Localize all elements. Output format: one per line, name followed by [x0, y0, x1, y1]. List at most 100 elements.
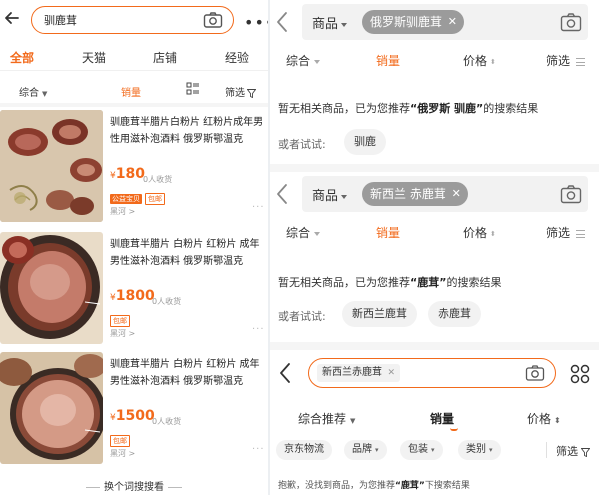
- filter-package[interactable]: 包装 ▾: [400, 440, 443, 460]
- filter-separator: [546, 442, 547, 458]
- sort-bar: 综合推荐 ▼ 销量 价格 ⬍: [270, 410, 599, 431]
- sort-comprehensive[interactable]: 综合推荐 ▼: [298, 410, 355, 427]
- shop-location[interactable]: 黑河 >: [110, 448, 135, 459]
- filter-button[interactable]: 筛选: [225, 84, 257, 99]
- section-gap: [270, 164, 599, 172]
- product-price: ¥1800: [110, 288, 155, 304]
- sort-comprehensive[interactable]: 综合: [286, 52, 321, 69]
- footer-line-left: [86, 486, 100, 488]
- chevron-down-icon: ▾: [375, 446, 379, 454]
- sold-count: 0人收货: [152, 417, 182, 426]
- search-input[interactable]: 商品 新西兰 赤鹿茸 ✕: [302, 176, 588, 212]
- search-type-select[interactable]: 商品: [312, 13, 348, 32]
- clear-icon[interactable]: ✕: [387, 364, 395, 382]
- right-panel: 商品 俄罗斯驯鹿茸 ✕ 综合 销量 价格 ⬍ 筛选 暂无相关商品，已为您推荐“俄罗斯…: [270, 0, 599, 495]
- charity-badge: 公益宝贝: [110, 194, 142, 204]
- badges: 包邮: [110, 308, 133, 327]
- filter-button[interactable]: 筛选: [546, 52, 586, 69]
- product-image-antler-slices[interactable]: [0, 110, 103, 222]
- section-gap: [270, 342, 599, 350]
- search-input[interactable]: 商品 俄罗斯驯鹿茸 ✕: [302, 4, 588, 40]
- shop-location[interactable]: 黑河 >: [110, 328, 135, 339]
- query-pill[interactable]: 新西兰赤鹿茸 ✕: [317, 364, 400, 382]
- tab-shops[interactable]: 店铺: [153, 49, 177, 66]
- list-item[interactable]: 驯鹿茸半腊片 白粉片 红粉片 成年男性滋补泡酒料 俄罗斯鄂温克 ¥1500 0人…: [0, 352, 268, 468]
- caret-down-icon: [341, 22, 348, 27]
- back-chevron-icon[interactable]: [278, 362, 292, 384]
- query-pill[interactable]: 俄罗斯驯鹿茸 ✕: [362, 10, 465, 34]
- filter-jd-logistics[interactable]: 京东物流: [276, 440, 332, 460]
- grid-view-icon[interactable]: [570, 364, 590, 384]
- camera-icon[interactable]: [203, 11, 223, 29]
- sort-price[interactable]: 价格 ⬍: [527, 410, 561, 427]
- sort-comprehensive[interactable]: 综合 ▼: [19, 84, 47, 99]
- badges: 包邮: [110, 428, 133, 447]
- filter-brand[interactable]: 品牌 ▾: [344, 440, 387, 460]
- list-item[interactable]: 驯鹿茸半腊片白粉片 红粉片成年男性用滋补泡酒料 俄罗斯鄂温克 ¥180 0人收货…: [0, 110, 268, 226]
- left-panel: 驯鹿茸 ••• 全部 天猫 店铺 经验 综合 ▼ 销量 筛选 驯鹿茸半腊片白粉片…: [0, 0, 274, 495]
- more-options-icon[interactable]: ···: [252, 202, 265, 213]
- product-title[interactable]: 驯鹿茸半腊片 白粉片 红粉片 成年男性滋补泡酒料 俄罗斯鄂温克: [110, 356, 266, 390]
- sort-sales[interactable]: 销量: [121, 84, 141, 99]
- free-shipping-badge: 包邮: [110, 435, 130, 447]
- sales-active-indicator: [450, 428, 458, 431]
- suggestion-chip[interactable]: 新西兰鹿茸: [342, 301, 417, 327]
- camera-icon[interactable]: [525, 364, 545, 382]
- back-chevron-icon[interactable]: [274, 182, 290, 206]
- sort-bar: 综合 ▼ 销量 筛选: [0, 82, 268, 102]
- tab-tmall[interactable]: 天猫: [82, 49, 106, 66]
- list-view-icon[interactable]: [186, 82, 200, 99]
- sort-price[interactable]: 价格 ⬍: [463, 52, 496, 69]
- suggestion-chip[interactable]: 赤鹿茸: [428, 301, 481, 327]
- search-query-text: 驯鹿茸: [44, 14, 77, 27]
- search-input[interactable]: 新西兰赤鹿茸 ✕: [308, 358, 556, 388]
- more-options-icon[interactable]: ···: [252, 444, 265, 455]
- product-title[interactable]: 驯鹿茸半腊片 白粉片 红粉片 成年男性滋补泡酒料 俄罗斯鄂温克: [110, 236, 266, 270]
- search-input[interactable]: 驯鹿茸: [31, 6, 234, 34]
- clear-icon[interactable]: ✕: [448, 10, 457, 34]
- camera-icon[interactable]: [560, 12, 582, 32]
- tab-experience[interactable]: 经验: [225, 49, 249, 66]
- sort-comprehensive[interactable]: 综合: [286, 224, 321, 241]
- sold-count: 0人收货: [143, 175, 173, 184]
- sort-price[interactable]: 价格 ⬍: [463, 224, 496, 241]
- sort-sales[interactable]: 销量: [376, 52, 400, 69]
- clear-icon[interactable]: ✕: [452, 182, 461, 206]
- suggestion-chip[interactable]: 驯鹿: [344, 129, 386, 155]
- sort-sales[interactable]: 销量: [430, 410, 454, 427]
- chevron-down-icon: ▾: [489, 446, 493, 454]
- funnel-icon: [580, 447, 591, 457]
- shop-location[interactable]: 黑河 >: [110, 206, 135, 217]
- back-arrow-icon[interactable]: [2, 8, 22, 28]
- change-keyword-hint: 换个词搜搜看: [0, 478, 268, 493]
- filter-button[interactable]: 筛选: [546, 224, 586, 241]
- tab-divider: [0, 70, 268, 71]
- more-options-icon[interactable]: ···: [252, 324, 265, 335]
- sort-bar: 综合 销量 价格 ⬍ 筛选: [270, 224, 599, 244]
- badges: 公益宝贝 包邮: [110, 186, 168, 205]
- try-label: 或者试试:: [278, 310, 326, 323]
- search-bar: 商品 俄罗斯驯鹿茸 ✕: [270, 0, 599, 44]
- no-result-message: 暂无相关商品，已为您推荐“俄罗斯 驯鹿”的搜索结果: [278, 102, 539, 115]
- query-pill[interactable]: 新西兰 赤鹿茸 ✕: [362, 182, 468, 206]
- search-bar: 商品 新西兰 赤鹿茸 ✕: [270, 172, 599, 216]
- list-item[interactable]: 驯鹿茸半腊片 白粉片 红粉片 成年男性滋补泡酒料 俄罗斯鄂温克 ¥1800 0人…: [0, 232, 268, 348]
- search-bar: 驯鹿茸 •••: [0, 4, 274, 34]
- back-chevron-icon[interactable]: [274, 10, 290, 34]
- search-type-select[interactable]: 商品: [312, 185, 348, 204]
- filter-category[interactable]: 类别 ▾: [458, 440, 501, 460]
- search-result-section-1: 商品 俄罗斯驯鹿茸 ✕ 综合 销量 价格 ⬍ 筛选 暂无相关商品，已为您推荐“俄罗斯…: [270, 0, 599, 170]
- search-result-section-2: 商品 新西兰 赤鹿茸 ✕ 综合 销量 价格 ⬍ 筛选 暂无相关商品，已为您推荐“鹿茸…: [270, 172, 599, 342]
- sort-sales[interactable]: 销量: [376, 224, 400, 241]
- product-image-antler-slice[interactable]: [0, 352, 103, 464]
- filter-chips: 京东物流 品牌 ▾ 包装 ▾ 类别 ▾ 筛选: [270, 440, 599, 462]
- no-result-message: 抱歉，没找到商品，为您推荐“鹿茸”下搜索结果: [278, 481, 470, 491]
- camera-icon[interactable]: [560, 184, 582, 204]
- sort-bar: 综合 销量 价格 ⬍ 筛选: [270, 52, 599, 72]
- funnel-icon: [246, 88, 257, 98]
- product-title[interactable]: 驯鹿茸半腊片白粉片 红粉片成年男性用滋补泡酒料 俄罗斯鄂温克: [110, 114, 266, 148]
- product-price: ¥180: [110, 166, 145, 182]
- tab-all[interactable]: 全部: [10, 49, 34, 66]
- filter-button[interactable]: 筛选: [556, 443, 591, 459]
- product-image-antler-slice[interactable]: [0, 232, 103, 344]
